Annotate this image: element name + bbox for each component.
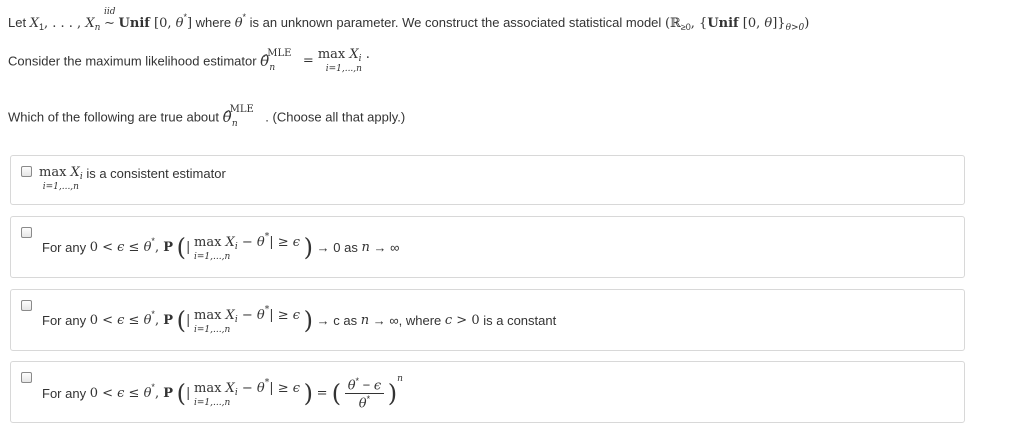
mle-sup: MLE — [267, 48, 292, 59]
max-operator: max Xi . i=1,...,n — [317, 47, 370, 74]
mle-line: Consider the maximum likelihood estimato… — [8, 47, 370, 74]
option-4-text: For any 0 < ϵ ≤ θ*, P (| max Xi − θ*| ≥ … — [42, 374, 403, 412]
option-2-text: For any 0 < ϵ ≤ θ*, P (| max Xi − θ*| ≥ … — [42, 232, 400, 262]
iid-label: iid — [104, 7, 116, 17]
which-suffix: . (Choose all that apply.) — [265, 109, 406, 125]
option-1-label: is a consistent estimator — [86, 166, 226, 181]
option-2[interactable]: For any 0 < ϵ ≤ θ*, P (| max Xi − θ*| ≥ … — [10, 216, 965, 278]
option-3-text: For any 0 < ϵ ≤ θ*, P (| max Xi − θ*| ≥ … — [42, 305, 557, 335]
option-1-text: max Xi i=1,...,n is a consistent estimat… — [39, 165, 226, 192]
option-4[interactable]: For any 0 < ϵ ≤ θ*, P (| max Xi − θ*| ≥ … — [10, 361, 965, 423]
option-2-checkbox[interactable] — [21, 227, 32, 238]
option-4-checkbox[interactable] — [21, 372, 32, 383]
mle-prefix: Consider the maximum likelihood estimato… — [8, 53, 257, 69]
option-3[interactable]: For any 0 < ϵ ≤ θ*, P (| max Xi − θ*| ≥ … — [10, 289, 965, 351]
which-prefix: Which of the following are true about — [8, 109, 220, 125]
intro-prefix: Let — [8, 15, 27, 30]
option-1-checkbox[interactable] — [21, 166, 32, 177]
intro-text: is an unknown parameter. We construct th… — [249, 15, 662, 30]
intro-where: where — [195, 15, 232, 30]
intro-line: Let X1, . . . , Xn iid ∼ Unif [0, θ*] whe… — [8, 7, 810, 33]
which-line: Which of the following are true about θ̂… — [8, 104, 406, 129]
option-1[interactable]: max Xi i=1,...,n is a consistent estimat… — [10, 155, 965, 205]
option-3-checkbox[interactable] — [21, 300, 32, 311]
